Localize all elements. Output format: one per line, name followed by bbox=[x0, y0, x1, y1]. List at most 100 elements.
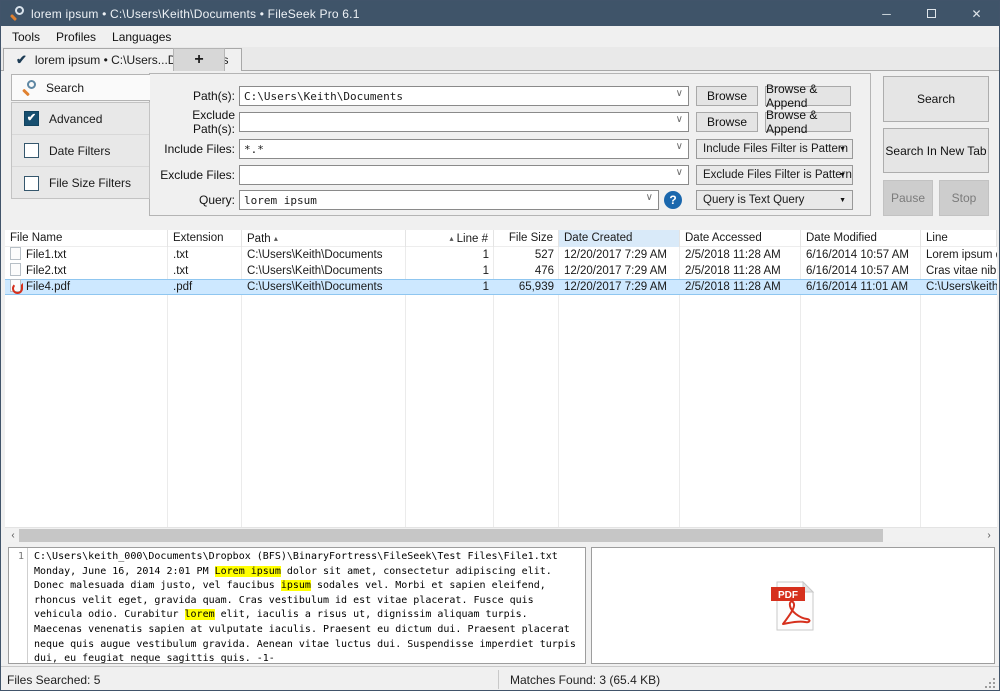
browse-append-paths-button[interactable]: Browse & Append bbox=[765, 86, 851, 106]
column-header-line[interactable]: Line bbox=[921, 230, 997, 247]
column-header-extension[interactable]: Extension bbox=[168, 230, 242, 247]
horizontal-scrollbar[interactable]: ‹ › bbox=[5, 527, 997, 542]
cell-line: Lorem ipsum dolor bbox=[921, 247, 997, 263]
minimize-button[interactable]: ─ bbox=[864, 1, 909, 26]
advanced-checkbox[interactable]: ✔ bbox=[24, 111, 39, 126]
cell-extension: .txt bbox=[168, 247, 242, 263]
column-header-date-accessed[interactable]: Date Accessed bbox=[680, 230, 801, 247]
exclude-files-input[interactable]: ∨ bbox=[239, 165, 689, 185]
cell-file-size: 527 bbox=[494, 247, 559, 263]
chevron-down-icon[interactable]: ∨ bbox=[676, 114, 683, 125]
include-files-row: Include Files: *.* ∨ Include Files Filte… bbox=[150, 139, 870, 159]
resize-grip[interactable] bbox=[993, 686, 995, 688]
chevron-down-icon[interactable]: ∨ bbox=[676, 88, 683, 99]
browse-append-exclude-paths-button[interactable]: Browse & Append bbox=[765, 112, 851, 132]
window-title: lorem ipsum • C:\Users\Keith\Documents •… bbox=[31, 7, 360, 21]
match-highlight: ipsum bbox=[281, 580, 311, 591]
exclude-files-filter-dropdown[interactable]: Exclude Files Filter is Pattern ▼ bbox=[696, 165, 853, 185]
results-table: File NameExtensionPath ▴▴ Line #File Siz… bbox=[5, 230, 997, 542]
column-header-file-name[interactable]: File Name bbox=[5, 230, 168, 247]
txt-file-icon bbox=[10, 263, 21, 276]
browse-paths-button[interactable]: Browse bbox=[696, 86, 758, 106]
cell-line-: 1 bbox=[406, 279, 494, 295]
column-header-line-[interactable]: ▴ Line # bbox=[406, 230, 494, 247]
menu-profiles[interactable]: Profiles bbox=[48, 28, 104, 46]
include-files-filter-dropdown[interactable]: Include Files Filter is Pattern ▼ bbox=[696, 139, 853, 159]
sort-asc-icon: ▴ bbox=[449, 234, 453, 243]
pdf-file-icon bbox=[10, 279, 21, 292]
search-icon bbox=[21, 80, 37, 96]
exclude-files-label: Exclude Files: bbox=[150, 168, 239, 182]
cell-path: C:\Users\Keith\Documents bbox=[242, 279, 406, 295]
sidebar-item-file-size-filters[interactable]: File Size Filters bbox=[12, 167, 149, 199]
status-divider bbox=[498, 670, 499, 689]
sidebar-item-advanced[interactable]: ✔ Advanced bbox=[12, 103, 149, 135]
query-row: Query: lorem ipsum ∨ ? Query is Text Que… bbox=[150, 190, 870, 210]
scrollbar-thumb[interactable] bbox=[19, 529, 883, 542]
checkmark-icon: ✔ bbox=[16, 52, 27, 68]
search-button[interactable]: Search bbox=[883, 76, 989, 122]
app-window: lorem ipsum • C:\Users\Keith\Documents •… bbox=[0, 0, 1000, 691]
table-header: File NameExtensionPath ▴▴ Line #File Siz… bbox=[5, 230, 997, 247]
cell-date-accessed: 2/5/2018 11:28 AM bbox=[680, 247, 801, 263]
sidebar-item-date-filters[interactable]: Date Filters bbox=[12, 135, 149, 167]
match-highlight: Lorem ipsum bbox=[215, 566, 281, 577]
scroll-right-arrow-icon[interactable]: › bbox=[981, 528, 997, 542]
table-row[interactable]: File1.txt.txtC:\Users\Keith\Documents152… bbox=[5, 247, 997, 263]
query-type-dropdown[interactable]: Query is Text Query ▼ bbox=[696, 190, 853, 210]
search-form-panel: Path(s): C:\Users\Keith\Documents ∨ Brow… bbox=[149, 73, 871, 216]
cell-line-: 1 bbox=[406, 247, 494, 263]
matches-found-status: Matches Found: 3 (65.4 KB) bbox=[504, 673, 666, 687]
column-header-file-size[interactable]: File Size bbox=[494, 230, 559, 247]
query-input[interactable]: lorem ipsum ∨ bbox=[239, 190, 659, 210]
dropdown-arrow-icon: ▼ bbox=[839, 197, 846, 204]
menu-languages[interactable]: Languages bbox=[104, 28, 179, 46]
cell-file-name: File1.txt bbox=[5, 247, 168, 263]
cell-date-accessed: 2/5/2018 11:28 AM bbox=[680, 279, 801, 295]
cell-file-size: 65,939 bbox=[494, 279, 559, 295]
paths-input[interactable]: C:\Users\Keith\Documents ∨ bbox=[239, 86, 689, 106]
query-help-button[interactable]: ? bbox=[664, 191, 682, 209]
app-magnifier-icon bbox=[9, 6, 24, 21]
line-number-gutter: 1 bbox=[9, 548, 28, 663]
column-header-path[interactable]: Path ▴ bbox=[242, 230, 406, 247]
paths-label: Path(s): bbox=[150, 89, 239, 103]
pdf-file-icon: PDF bbox=[767, 578, 819, 634]
cell-date-created: 12/20/2017 7:29 AM bbox=[559, 279, 680, 295]
cell-path: C:\Users\Keith\Documents bbox=[242, 263, 406, 279]
chevron-down-icon[interactable]: ∨ bbox=[676, 167, 683, 178]
exclude-paths-label: Exclude Path(s): bbox=[150, 108, 239, 136]
table-row[interactable]: File2.txt.txtC:\Users\Keith\Documents147… bbox=[5, 263, 997, 279]
column-header-date-created[interactable]: Date Created bbox=[559, 230, 680, 247]
column-header-date-modified[interactable]: Date Modified bbox=[801, 230, 921, 247]
chevron-down-icon[interactable]: ∨ bbox=[676, 141, 683, 152]
maximize-button[interactable] bbox=[909, 1, 954, 26]
browse-exclude-paths-button[interactable]: Browse bbox=[696, 112, 758, 132]
exclude-paths-input[interactable]: ∨ bbox=[239, 112, 689, 132]
menu-tools[interactable]: Tools bbox=[4, 28, 48, 46]
include-files-label: Include Files: bbox=[150, 142, 239, 156]
date-filters-label: Date Filters bbox=[49, 144, 110, 158]
text-preview-pane[interactable]: 1 C:\Users\keith_000\Documents\Dropbox (… bbox=[8, 547, 586, 664]
file-size-filters-label: File Size Filters bbox=[49, 176, 131, 190]
search-in-new-tab-button[interactable]: Search In New Tab bbox=[883, 128, 989, 173]
close-button[interactable]: ✕ bbox=[954, 1, 999, 26]
advanced-label: Advanced bbox=[49, 112, 102, 126]
cell-date-accessed: 2/5/2018 11:28 AM bbox=[680, 263, 801, 279]
paths-row: Path(s): C:\Users\Keith\Documents ∨ Brow… bbox=[150, 86, 870, 106]
include-files-input[interactable]: *.* ∨ bbox=[239, 139, 689, 159]
match-highlight: lorem bbox=[185, 609, 215, 620]
new-tab-button[interactable]: + bbox=[173, 48, 225, 71]
table-row[interactable]: File4.pdf.pdfC:\Users\Keith\Documents165… bbox=[5, 279, 997, 295]
file-size-filters-checkbox[interactable] bbox=[24, 176, 39, 191]
exclude-files-row: Exclude Files: ∨ Exclude Files Filter is… bbox=[150, 165, 870, 185]
cell-line: Cras vitae nibh viv bbox=[921, 263, 997, 279]
cell-extension: .txt bbox=[168, 263, 242, 279]
sidebar-item-search[interactable]: Search bbox=[11, 74, 150, 101]
chevron-down-icon[interactable]: ∨ bbox=[646, 192, 653, 203]
maximize-icon bbox=[927, 9, 936, 18]
dropdown-arrow-icon: ▼ bbox=[839, 172, 846, 179]
cell-file-size: 476 bbox=[494, 263, 559, 279]
date-filters-checkbox[interactable] bbox=[24, 143, 39, 158]
cell-date-created: 12/20/2017 7:29 AM bbox=[559, 263, 680, 279]
